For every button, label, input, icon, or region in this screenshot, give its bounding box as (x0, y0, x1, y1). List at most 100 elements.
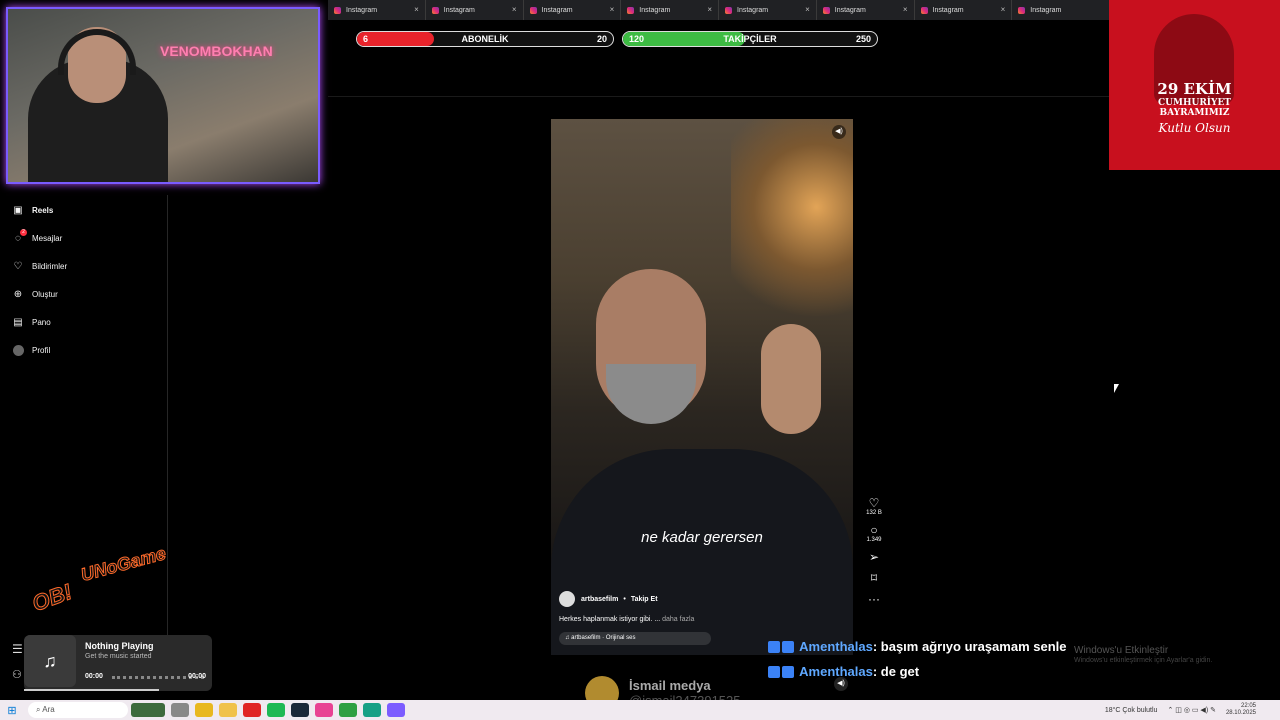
share-button[interactable]: ➢ (864, 551, 884, 564)
task-view-icon[interactable] (171, 703, 189, 717)
sidebar-item-dashboard[interactable]: ▤ Pano (12, 316, 51, 328)
sidebar-item-label: Profil (32, 345, 51, 355)
logo-text: UNoGame (78, 543, 169, 586)
tab-title: Instagram (834, 6, 866, 14)
create-icon: ⊕ (13, 288, 23, 300)
app-icon[interactable] (363, 703, 381, 717)
chat-username: Amenthalas (799, 664, 873, 679)
close-icon[interactable]: × (610, 5, 615, 14)
windows-activation-subtitle: Windows'u etkinleştirmek için Ayarlar'a … (1074, 657, 1213, 664)
music-note-icon: ♫ (24, 635, 76, 687)
like-button[interactable]: ♡ 132 B (864, 497, 884, 517)
tab-title: Instagram (639, 6, 671, 14)
browser-tab[interactable]: Instagram (1012, 0, 1110, 20)
system-tray: 18°C Çok bulutlu ⌃ ◫ ◎ ▭ ◀) ✎ 22:05 28.1… (1105, 700, 1256, 720)
close-icon[interactable]: × (414, 5, 419, 14)
close-icon[interactable]: × (903, 5, 908, 14)
sidebar-item-profile[interactable]: Profil (12, 344, 50, 356)
follower-goal-target: 250 (855, 34, 871, 44)
browser-tab[interactable]: Instagram × (621, 0, 719, 20)
browser-tab[interactable]: Instagram × (426, 0, 524, 20)
author-name[interactable]: artbasefilm (581, 596, 618, 603)
actor-hand (761, 324, 821, 434)
discord-icon[interactable] (387, 703, 405, 717)
sidebar-item-notifications[interactable]: ♡ Bildirimler (12, 260, 68, 272)
menu-icon[interactable]: ☰ (12, 642, 23, 656)
reel-author: artbasefilm • Takip Et (559, 591, 658, 607)
messages-icon: ◌ 2 (12, 229, 27, 244)
sidebar-item-label: Pano (32, 317, 51, 327)
app-icon[interactable] (339, 703, 357, 717)
background-lamp (731, 119, 853, 339)
sidebar-item-label: Mesajlar (32, 233, 63, 243)
volume-icon[interactable]: ◀) (834, 677, 848, 691)
close-icon[interactable]: × (1001, 5, 1006, 14)
browser-tab[interactable]: Instagram × (328, 0, 426, 20)
weather-widget[interactable]: 18°C Çok bulutlu (1105, 707, 1158, 714)
republic-day-banner: 29 EKİM CUMHURİYET BAYRAMIMIZ Kutlu Olsu… (1109, 0, 1280, 170)
tab-title: Instagram (443, 6, 475, 14)
spotify-icon[interactable] (267, 703, 285, 717)
close-icon[interactable]: × (512, 5, 517, 14)
save-button[interactable]: ⌑ (864, 572, 884, 585)
volume-icon[interactable]: ◀) (832, 125, 846, 139)
opera-icon[interactable] (243, 703, 261, 717)
dashboard-icon: ▤ (13, 316, 23, 328)
app-icon[interactable] (315, 703, 333, 717)
taskbar-search[interactable]: ⌕ Ara (28, 702, 128, 718)
browser-tab[interactable]: Instagram × (524, 0, 622, 20)
chrome-icon[interactable] (195, 703, 213, 717)
clock[interactable]: 22:05 28.10.2025 (1226, 703, 1256, 717)
tab-title: Instagram (737, 6, 769, 14)
banner-date: 29 EKİM (1157, 80, 1232, 98)
apps-icon[interactable]: ⚇ (12, 668, 22, 681)
reel-caption: Herkes haplanmak istiyor gibi. ... daha … (559, 616, 694, 623)
windows-start-icon[interactable]: ⊞ (0, 704, 24, 717)
search-placeholder: Ara (42, 705, 55, 714)
follower-goal-bar: 120 TAKİPÇİLER 250 (622, 31, 878, 47)
instagram-icon (920, 6, 928, 14)
folder-icon[interactable] (219, 703, 237, 717)
more-button[interactable]: ··· (864, 593, 884, 606)
reel-audio[interactable]: ♫ artbasefilm · Orijinal ses (559, 632, 711, 645)
close-icon[interactable]: × (805, 5, 810, 14)
widget-icon[interactable] (131, 703, 165, 717)
subscriber-goal-target: 20 (596, 34, 607, 44)
browser-tab[interactable]: Instagram × (817, 0, 915, 20)
instagram-icon (627, 6, 635, 14)
instagram-icon (431, 6, 439, 14)
profile-name: İsmail medya (629, 678, 711, 693)
sidebar-item-reels[interactable]: ▣ Reels (12, 204, 53, 216)
author-avatar[interactable] (559, 591, 575, 607)
chat-message: Amenthalas: başım ağrıyo uraşamam senle (768, 639, 1067, 654)
actor-torso (551, 449, 853, 655)
bookmark-icon: ⌑ (870, 571, 878, 585)
clock-time: 22:05 (1240, 703, 1256, 709)
tab-title: Instagram (541, 6, 573, 14)
windows-taskbar: ⊞ ⌕ Ara 18°C Çok bulutlu ⌃ ◫ ◎ ▭ ◀) ✎ 22… (0, 700, 1280, 720)
tab-title: Instagram (932, 6, 964, 14)
follow-button[interactable]: Takip Et (631, 596, 658, 603)
headset (58, 29, 136, 75)
banner-line: CUMHURİYET (1158, 98, 1231, 108)
tray-icons[interactable]: ⌃ ◫ ◎ ▭ ◀) ✎ (1167, 706, 1216, 714)
reel-video[interactable]: ◀) ne kadar gerersen artbasefilm • Takip… (551, 119, 853, 655)
instagram-icon (822, 6, 830, 14)
tab-title: Instagram (346, 6, 378, 14)
music-time-start: 00:00 (85, 673, 103, 680)
sidebar-item-messages[interactable]: ◌ 2 Mesajlar (12, 229, 63, 244)
sidebar-item-create[interactable]: ⊕ Oluştur (12, 288, 58, 300)
browser-tab[interactable]: Instagram × (915, 0, 1013, 20)
send-icon: ➢ (868, 550, 880, 564)
close-icon[interactable]: × (707, 5, 712, 14)
chat-username: Amenthalas (799, 639, 873, 654)
webcam-overlay: VENOMBOKHAN (6, 7, 320, 184)
caption-more-link[interactable]: daha fazla (662, 616, 694, 623)
comment-button[interactable]: ○ 1.349 (864, 524, 884, 544)
clock-date: 28.10.2025 (1225, 710, 1256, 716)
browser-tab[interactable]: Instagram × (719, 0, 817, 20)
steam-icon[interactable] (291, 703, 309, 717)
comment-count: 1.349 (866, 537, 882, 543)
separator-dot: • (623, 595, 626, 603)
reel-actions: ♡ 132 B ○ 1.349 ➢ ⌑ ··· (864, 497, 884, 614)
